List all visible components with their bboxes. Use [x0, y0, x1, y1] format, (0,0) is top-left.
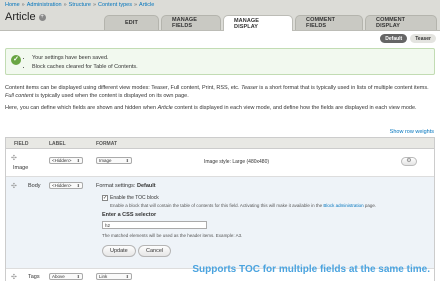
column-header-format: FORMAT [96, 141, 118, 147]
subtab-default[interactable]: Default [380, 34, 408, 43]
show-row-weights-link[interactable]: Show row weights [390, 129, 434, 135]
message-item: Block caches cleared for Table of Conten… [32, 63, 138, 72]
breadcrumb-article[interactable]: Article [139, 2, 154, 8]
circle-plus-icon[interactable]: + [38, 13, 46, 21]
drag-handle-icon[interactable]: ✣ [11, 273, 17, 281]
header-bar: Home» Administration» Structure» Content ty… [0, 0, 440, 31]
subtab-teaser[interactable]: Teaser [410, 34, 436, 43]
table-row-image: ✣ Image <Hidden> ⬍ Image ⬍ Image style: La… [6, 149, 434, 177]
page-title: Article + [5, 11, 46, 23]
toc-block-checkbox[interactable]: ✓ [102, 195, 108, 201]
status-messages: ✓ Your settings have been saved. Block c… [5, 48, 435, 75]
format-select[interactable]: Link ⬍ [96, 273, 132, 280]
drag-handle-icon[interactable]: ✣ [11, 182, 17, 190]
field-display-table: FIELD LABEL FORMAT ✣ Image <Hidden> ⬍ Ima… [5, 137, 435, 281]
breadcrumb: Home» Administration» Structure» Content ty… [5, 2, 155, 8]
gear-icon[interactable]: ⚙ [401, 157, 417, 166]
table-row-body: ✣ Body <Hidden> ⬍ Format settings: Defaul… [6, 177, 434, 269]
checkmark-icon: ✓ [11, 55, 21, 65]
drag-handle-icon[interactable]: ✣ [11, 154, 17, 162]
field-name: Image [13, 165, 29, 171]
column-header-label: LABEL [49, 141, 66, 147]
tab-manage-fields[interactable]: MANAGE FIELDS [161, 15, 221, 30]
help-paragraph: Here, you can define which fields are sh… [5, 105, 417, 111]
checkbox-label: Enable the TOC block [110, 195, 159, 201]
label-select[interactable]: <Hidden> ⬍ [49, 157, 83, 164]
format-select[interactable]: Image ⬍ [96, 157, 132, 164]
view-mode-tabs: Default Teaser [380, 34, 436, 43]
help-text: Content items can be displayed using dif… [5, 84, 435, 116]
css-selector-hint: The matched elements will be used as the… [102, 233, 243, 238]
format-settings-title: Format settings: Default [96, 183, 156, 189]
label-select[interactable]: Above ⬍ [49, 273, 83, 280]
css-selector-label: Enter a CSS selector [102, 212, 157, 218]
block-administration-link[interactable]: Block administration [323, 203, 363, 208]
field-name: Tags [28, 274, 40, 280]
css-selector-input[interactable] [102, 221, 207, 229]
label-select[interactable]: <Hidden> ⬍ [49, 182, 83, 189]
checkbox-description: Enable a block that will contain the tab… [110, 203, 377, 208]
breadcrumb-structure[interactable]: Structure [69, 2, 91, 8]
help-paragraph: Content items can be displayed using dif… [5, 85, 429, 99]
promo-caption: Supports TOC for multiple fields at the … [192, 264, 430, 275]
update-button[interactable]: Update [102, 245, 136, 257]
column-header-field: FIELD [14, 141, 29, 147]
tab-comment-display[interactable]: COMMENT DISPLAY [365, 15, 437, 30]
breadcrumb-content-types[interactable]: Content types [98, 2, 132, 8]
tab-comment-fields[interactable]: COMMENT FIELDS [295, 15, 363, 30]
breadcrumb-administration[interactable]: Administration [27, 2, 62, 8]
cancel-button[interactable]: Cancel [138, 245, 172, 257]
tab-edit[interactable]: EDIT [104, 15, 159, 30]
breadcrumb-home[interactable]: Home [5, 2, 20, 8]
primary-tabs: EDIT MANAGE FIELDS MANAGE DISPLAY COMMEN… [104, 15, 437, 31]
message-item: Your settings have been saved. [32, 54, 138, 63]
field-name: Body [28, 183, 41, 189]
format-summary: Image style: Large (480x480) [204, 159, 270, 165]
tab-manage-display[interactable]: MANAGE DISPLAY [223, 15, 293, 31]
table-header: FIELD LABEL FORMAT [6, 138, 434, 149]
